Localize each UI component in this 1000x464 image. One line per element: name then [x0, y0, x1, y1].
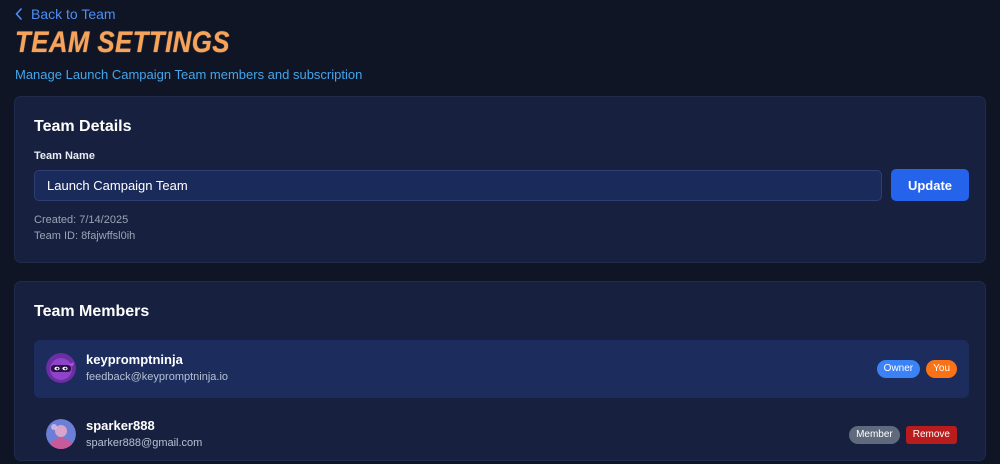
- team-members-heading: Team Members: [34, 303, 150, 320]
- update-button[interactable]: Update: [891, 169, 969, 201]
- team-id: Team ID: 8fajwffsl0ih: [34, 230, 136, 242]
- created-date: Created: 7/14/2025: [34, 214, 129, 226]
- member-username: sparker888: [86, 418, 155, 433]
- page-title: TEAM SETTINGS: [15, 26, 230, 59]
- team-members-card: Team Members keypromptninja feedback@key…: [14, 281, 986, 461]
- member-row: sparker888 sparker888@gmail.com Member R…: [34, 406, 969, 464]
- remove-member-button[interactable]: Remove: [905, 426, 957, 444]
- chevron-left-icon: [15, 8, 22, 20]
- you-badge: You: [926, 360, 957, 378]
- team-name-label: Team Name: [34, 150, 95, 162]
- ninja-avatar-icon: [46, 353, 76, 383]
- member-badges: Member Remove: [849, 426, 957, 444]
- team-details-card: Team Details Team Name Update Created: 7…: [14, 96, 986, 263]
- member-email: sparker888@gmail.com: [86, 437, 203, 449]
- team-details-heading: Team Details: [34, 118, 132, 135]
- team-name-input[interactable]: [34, 170, 882, 201]
- member-badges: Owner You: [876, 360, 957, 378]
- member-email: feedback@keypromptninja.io: [86, 371, 229, 383]
- back-link-label: Back to Team: [31, 6, 116, 22]
- member-username: keypromptninja: [86, 352, 183, 367]
- page-subtitle: Manage Launch Campaign Team members and …: [15, 67, 363, 82]
- member-badge: Member: [849, 426, 900, 444]
- owner-badge: Owner: [876, 360, 921, 378]
- member-row: keypromptninja feedback@keypromptninja.i…: [34, 340, 969, 398]
- back-to-team-link[interactable]: Back to Team: [15, 6, 116, 22]
